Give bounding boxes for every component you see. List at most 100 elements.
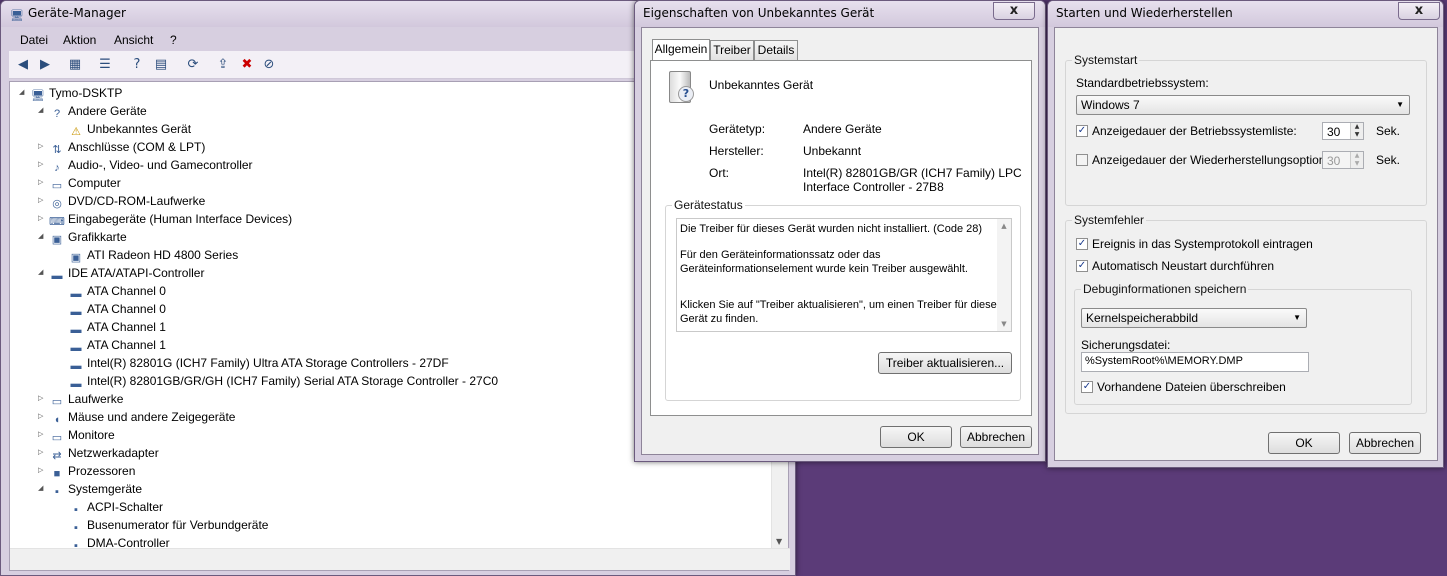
ok-button[interactable]: OK [880,426,952,448]
close-icon[interactable]: x [1398,2,1440,20]
system-failure-title: Systemfehler [1072,213,1147,227]
status-line-4: Klicken Sie auf "Treiber aktualisieren",… [680,299,1003,311]
tree-item[interactable]: ▷ ⇄ Netzwerkadapter [38,444,159,462]
scroll-down-arrow[interactable]: ▼ [776,537,782,546]
tree-item[interactable]: ◢ ▬ IDE ATA/ATAPI-Controller [38,264,204,282]
device-status-group-title: Gerätestatus [672,198,745,212]
expanded-arrow-icon[interactable]: ◢ [38,480,47,498]
device-name: Unbekanntes Gerät [709,78,814,92]
tree-item[interactable]: ◢ ▪ Systemgeräte [38,480,143,498]
spin-up-icon[interactable]: ▲ [1350,123,1363,131]
collapsed-arrow-icon[interactable]: ▷ [38,390,47,408]
menu-aktion[interactable]: Aktion [63,33,96,47]
show-os-list-checkbox[interactable]: ✓ [1076,125,1088,137]
manufacturer-value: Unbekannt [803,144,862,158]
collapsed-arrow-icon[interactable]: ▷ [38,210,47,228]
tree-item[interactable]: ▪ DMA-Controller [58,534,170,548]
update-driver-button[interactable]: Treiber aktualisieren... [878,352,1012,374]
tree-item[interactable]: ▷ ⇅ Anschlüsse (COM & LPT) [38,138,205,156]
status-scrollbar[interactable]: ▲ ▼ [997,219,1011,331]
tree-item-label: Systemgeräte [68,482,143,496]
forward-icon[interactable]: ▶ [35,55,55,75]
tree-item-label: Netzwerkadapter [68,446,159,460]
collapsed-arrow-icon[interactable]: ▷ [38,156,47,174]
debug-type-select[interactable]: Kernelspeicherabbild ▼ [1081,308,1307,328]
tree-item[interactable]: ▷ ◎ DVD/CD-ROM-Laufwerke [38,192,205,210]
tree-item[interactable]: ◢ ▣ Grafikkarte [38,228,127,246]
tree-item[interactable]: ▬ Intel(R) 82801GB/GR/GH (ICH7 Family) Se… [58,372,499,390]
tree-item[interactable]: ⚠ Unbekanntes Gerät [58,120,191,138]
properties-titlebar[interactable]: Eigenschaften von Unbekanntes Gerät [635,1,1045,27]
expanded-arrow-icon[interactable]: ◢ [38,102,47,120]
log-event-checkbox[interactable]: ✓ [1076,238,1088,250]
tree-item[interactable]: ▷ ⌨ Eingabegeräte (Human Interface Devices… [38,210,292,228]
update-driver-icon[interactable]: ⇪ [213,55,233,75]
dump-file-value: %SystemRoot%\MEMORY.DMP [1085,355,1243,367]
collapsed-arrow-icon[interactable]: ▷ [38,408,47,426]
ide-controller-icon: ▬ [70,378,82,390]
tree-item-label: Intel(R) 82801G (ICH7 Family) Ultra ATA … [87,356,449,370]
tree-item[interactable]: ▬ ATA Channel 1 [58,318,166,336]
collapsed-arrow-icon[interactable]: ▷ [38,444,47,462]
menu-datei[interactable]: Datei [20,33,48,47]
close-icon[interactable]: x [993,2,1035,20]
spin-down-icon[interactable]: ▼ [1350,160,1363,168]
collapsed-arrow-icon[interactable]: ▷ [38,192,47,210]
tab-allgemein[interactable]: Allgemein [652,39,710,61]
tab-treiber[interactable]: Treiber [710,40,754,60]
expanded-arrow-icon[interactable]: ◢ [38,264,47,282]
chevron-down-icon: ▼ [1396,100,1404,109]
tree-view-icon[interactable]: ▦ [65,55,85,75]
horizontal-scrollbar[interactable] [10,548,790,570]
collapsed-arrow-icon[interactable]: ▷ [38,462,47,480]
menu-ansicht[interactable]: Ansicht [114,33,153,47]
tree-item[interactable]: ▷ ♪ Audio-, Video- und Gamecontroller [38,156,253,174]
spin-down-icon[interactable]: ▼ [1350,131,1363,139]
tree-item[interactable]: ▷ ▭ Laufwerke [38,390,123,408]
tree-item[interactable]: ◢? Andere Geräte [38,102,147,120]
collapsed-arrow-icon[interactable]: ▷ [38,174,47,192]
expanded-arrow-icon[interactable]: ◢ [38,228,47,246]
disable-icon[interactable]: ⊘ [259,55,279,75]
default-os-label: Standardbetriebssystem: [1076,76,1209,90]
auto-restart-checkbox[interactable]: ✓ [1076,260,1088,272]
tab-details[interactable]: Details [754,40,798,60]
tree-item[interactable]: ▬ ATA Channel 1 [58,336,166,354]
startup-titlebar[interactable]: Starten und Wiederherstellen [1048,1,1443,27]
warning-device-icon: ⚠ [71,126,81,138]
recovery-seconds-input[interactable]: 30 ▲ ▼ [1322,151,1364,169]
show-recovery-checkbox[interactable] [1076,154,1088,166]
tree-item[interactable]: ▣ ATI Radeon HD 4800 Series [58,246,238,264]
default-os-select[interactable]: Windows 7 ▼ [1076,95,1410,115]
overwrite-checkbox[interactable]: ✓ [1081,381,1093,393]
collapsed-arrow-icon[interactable]: ▷ [38,426,47,444]
cancel-button[interactable]: Abbrechen [960,426,1032,448]
tree-item[interactable]: ▬ Intel(R) 82801G (ICH7 Family) Ultra ATA… [58,354,449,372]
status-line-3: Geräteinformationselement wurde kein Tre… [680,263,968,275]
tree-item-label: DMA-Controller [87,536,170,548]
tree-item[interactable]: ▬ ATA Channel 0 [58,282,166,300]
spin-up-icon[interactable]: ▲ [1350,152,1363,160]
tree-item[interactable]: ▷ ◖ Mäuse und andere Zeigegeräte [38,408,235,426]
ide-controller-icon: ▬ [70,288,82,300]
properties-icon[interactable]: ☰ [95,55,115,75]
back-icon[interactable]: ◀ [13,55,33,75]
tree-item[interactable]: ▷ ▭ Monitore [38,426,115,444]
help-icon[interactable]: ? [127,55,147,75]
tree-item[interactable]: ▷ ■ Prozessoren [38,462,135,480]
tree-item[interactable]: ▬ ATA Channel 0 [58,300,166,318]
collapsed-arrow-icon[interactable]: ▷ [38,138,47,156]
expanded-arrow-icon[interactable]: ◢ [19,84,28,102]
tree-item[interactable]: ▷ ▭ Computer [38,174,121,192]
uninstall-icon[interactable]: ✖ [237,55,257,75]
os-list-seconds-input[interactable]: 30 ▲ ▼ [1322,122,1364,140]
cancel-button[interactable]: Abbrechen [1349,432,1421,454]
menu-help[interactable]: ? [170,33,177,47]
tree-item[interactable]: ◢ 🖥 Tymo-DSKTP [19,84,122,102]
ok-button[interactable]: OK [1268,432,1340,454]
tree-item[interactable]: ▪ Busenumerator für Verbundgeräte [58,516,268,534]
tree-item[interactable]: ▪ ACPI-Schalter [58,498,163,516]
scan-hardware-icon[interactable]: ⟳ [183,55,203,75]
view-icon[interactable]: ▤ [151,55,171,75]
dump-file-input[interactable]: %SystemRoot%\MEMORY.DMP [1081,352,1309,372]
